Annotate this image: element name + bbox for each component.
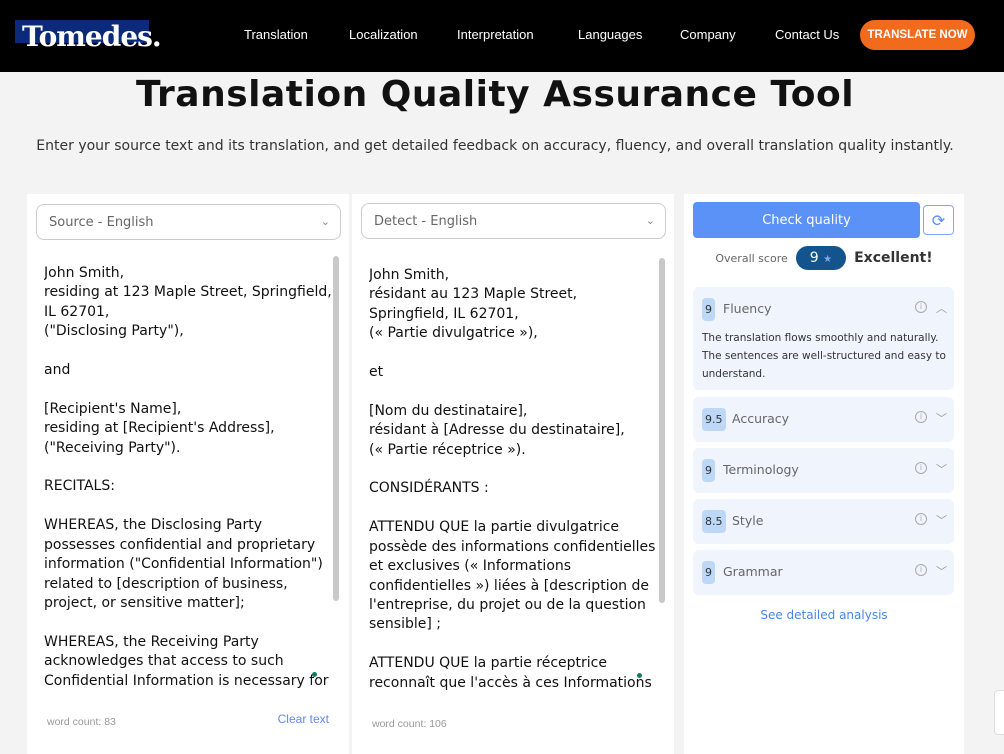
refresh-icon[interactable]: ⟳ bbox=[923, 205, 954, 235]
target-scrollbar[interactable] bbox=[659, 258, 665, 603]
chevron-down-icon: ⌄ bbox=[320, 215, 330, 228]
top-nav: Tomedes. Translation Localization Interp… bbox=[0, 0, 1004, 72]
info-icon[interactable]: i bbox=[915, 462, 927, 474]
target-panel: Detect - English ⌄ John Smith, résidant a… bbox=[352, 194, 674, 754]
info-icon[interactable]: i bbox=[915, 301, 927, 313]
nav-localization[interactable]: Localization bbox=[349, 27, 418, 42]
metric-card-accuracy[interactable]: 9.5 Accuracy i ﹀ bbox=[693, 397, 954, 442]
score-badge: 9 ★ bbox=[795, 246, 847, 270]
source-word-count: word count: 83 bbox=[47, 716, 116, 728]
chevron-up-icon[interactable]: ︿ bbox=[936, 300, 947, 316]
metric-score: 9 bbox=[702, 561, 715, 584]
chevron-down-icon[interactable]: ﹀ bbox=[936, 461, 947, 477]
chevron-down-icon: ⌄ bbox=[645, 214, 655, 227]
chevron-down-icon[interactable]: ﹀ bbox=[936, 512, 947, 528]
side-widget[interactable] bbox=[994, 690, 1004, 735]
results-panel: Check quality ⟳ Overall score 9 ★ Excell… bbox=[684, 194, 964, 754]
metric-score: 9 bbox=[702, 298, 715, 321]
nav-translation[interactable]: Translation bbox=[244, 27, 308, 42]
metric-name: Terminology bbox=[723, 462, 799, 477]
metric-card-terminology[interactable]: 9 Terminology i ﹀ bbox=[693, 448, 954, 493]
metric-name: Style bbox=[732, 513, 764, 528]
info-icon[interactable]: i bbox=[915, 513, 927, 525]
see-detailed-analysis-link[interactable]: See detailed analysis bbox=[684, 608, 964, 622]
clear-text-button[interactable]: Clear text bbox=[278, 712, 329, 726]
check-quality-button[interactable]: Check quality bbox=[693, 202, 920, 238]
chevron-down-icon[interactable]: ﹀ bbox=[936, 563, 947, 579]
metric-name: Grammar bbox=[723, 564, 783, 579]
metric-card-fluency[interactable]: 9 Fluency i ︿ The translation flows smoo… bbox=[693, 287, 954, 390]
metric-score: 8.5 bbox=[702, 510, 726, 533]
nav-interpretation[interactable]: Interpretation bbox=[457, 27, 534, 42]
metric-score: 9 bbox=[702, 459, 715, 482]
info-icon[interactable]: i bbox=[915, 564, 927, 576]
metric-name: Fluency bbox=[723, 301, 772, 316]
source-scrollbar[interactable] bbox=[333, 256, 339, 601]
target-language-select[interactable]: Detect - English ⌄ bbox=[361, 203, 666, 239]
cursor-dot bbox=[312, 672, 317, 677]
nav-contact[interactable]: Contact Us bbox=[775, 27, 839, 42]
cursor-dot bbox=[637, 673, 642, 678]
chevron-down-icon[interactable]: ﹀ bbox=[936, 410, 947, 426]
overall-score: Overall score 9 ★ Excellent! bbox=[684, 246, 964, 270]
metric-card-grammar[interactable]: 9 Grammar i ﹀ bbox=[693, 550, 954, 595]
target-text-input[interactable]: John Smith, résidant au 123 Maple Street… bbox=[369, 266, 659, 694]
target-word-count: word count: 106 bbox=[372, 718, 447, 730]
nav-languages[interactable]: Languages bbox=[578, 27, 642, 42]
source-panel: Source - English ⌄ John Smith, residing a… bbox=[27, 194, 349, 754]
source-text-input[interactable]: John Smith, residing at 123 Maple Street… bbox=[44, 264, 334, 692]
nav-company[interactable]: Company bbox=[680, 27, 736, 42]
info-icon[interactable]: i bbox=[915, 411, 927, 423]
translate-now-button[interactable]: TRANSLATE NOW bbox=[860, 20, 975, 50]
page-subtitle: Enter your source text and its translati… bbox=[36, 138, 954, 154]
metric-name: Accuracy bbox=[732, 411, 790, 426]
source-language-select[interactable]: Source - English ⌄ bbox=[36, 204, 341, 240]
metric-score: 9.5 bbox=[702, 408, 726, 431]
star-icon: ★ bbox=[823, 254, 833, 265]
metric-description: The translation flows smoothly and natur… bbox=[702, 332, 946, 380]
page-title: Translation Quality Assurance Tool bbox=[135, 74, 855, 115]
metric-card-style[interactable]: 8.5 Style i ﹀ bbox=[693, 499, 954, 544]
